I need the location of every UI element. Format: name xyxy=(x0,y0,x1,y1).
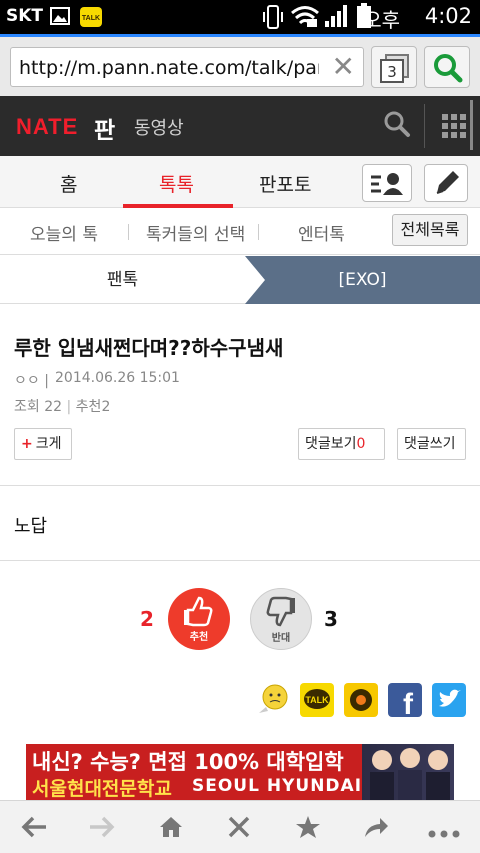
write-post-button[interactable] xyxy=(424,164,468,202)
tab-panphoto[interactable]: 판포토 xyxy=(259,170,311,197)
breadcrumb-fantalk[interactable]: 팬톡 xyxy=(0,256,245,304)
recommend-label: 추천 xyxy=(75,399,102,415)
post-body: 노답 xyxy=(14,516,48,537)
url-field[interactable]: http://m.pann.nate.com/talk/pan... ✕ xyxy=(10,47,364,87)
main-tabs: 홈 톡톡 판포토 xyxy=(0,156,480,208)
search-icon xyxy=(434,54,463,83)
wifi-icon xyxy=(290,4,320,32)
subtab-entertalk[interactable]: 엔터톡 xyxy=(298,220,345,245)
divider xyxy=(0,485,480,486)
view-comments-button[interactable]: 댓글보기0 xyxy=(298,428,385,460)
subtab-choice[interactable]: 톡커들의 선택 xyxy=(146,220,245,245)
signal-icon xyxy=(324,4,350,32)
oppose-vote-count: 3 xyxy=(324,607,338,631)
menu-grid-icon[interactable] xyxy=(442,114,466,142)
svg-text:TALK: TALK xyxy=(82,15,100,22)
thumbs-down-icon xyxy=(266,596,295,627)
site-header: NATE 판 동영상 xyxy=(0,96,480,156)
write-comment-button[interactable]: 댓글쓰기 xyxy=(397,428,466,460)
divider xyxy=(0,560,480,561)
comment-count: 0 xyxy=(356,436,366,452)
video-link[interactable]: 동영상 xyxy=(134,114,184,140)
ad-banner[interactable]: 내신? 수능? 면접 100% 대학입학 서울현대전문학교 SEOUL HYUN… xyxy=(26,744,454,800)
status-time: 4:02 xyxy=(424,4,472,28)
header-divider xyxy=(424,104,425,148)
pan-logo[interactable]: 판 xyxy=(94,111,115,145)
svg-text:3: 3 xyxy=(387,63,397,81)
clear-icon[interactable]: ✕ xyxy=(332,53,355,81)
kakaotalk-icon: TALK xyxy=(80,7,102,31)
subtab-today[interactable]: 오늘의 톡 xyxy=(30,220,98,245)
tab-home[interactable]: 홈 xyxy=(60,170,77,197)
gallery-icon xyxy=(50,7,70,29)
post-date: 2014.06.26 15:01 xyxy=(55,370,180,386)
tabs-button[interactable]: 3 xyxy=(371,46,417,88)
tab-toktok[interactable]: 톡톡 xyxy=(159,170,194,197)
recommend-vote-count: 2 xyxy=(140,607,154,631)
font-bigger-button[interactable]: + 크게 xyxy=(14,428,72,460)
kakaotalk-share-icon[interactable]: TALK xyxy=(300,683,334,717)
twitter-share-icon[interactable] xyxy=(432,683,466,717)
more-icon[interactable] xyxy=(428,823,460,842)
search-button[interactable] xyxy=(424,46,470,88)
breadcrumb: 팬톡 [EXO] xyxy=(0,256,480,304)
thumbs-up-icon xyxy=(184,596,213,627)
ad-school-name-en: SEOUL HYUNDAI xyxy=(192,776,363,796)
profile-list-icon xyxy=(371,173,403,195)
subtab-divider xyxy=(128,224,129,240)
url-text: http://m.pann.nate.com/talk/pan... xyxy=(19,57,319,79)
sub-tabs: 오늘의 톡 톡커들의 선택 엔터톡 전체목록 xyxy=(0,208,480,255)
views-label: 조회 xyxy=(14,399,40,415)
breadcrumb-category[interactable]: [EXO] xyxy=(245,256,480,304)
carrier-label: SKT xyxy=(6,6,44,26)
status-bar: SKT TALK 오후 4:02 xyxy=(0,0,480,34)
kakaostory-share-icon[interactable] xyxy=(344,683,378,717)
post-title: 루한 입냄새쩐다며??하수구냄새 xyxy=(14,336,284,360)
share-icon[interactable] xyxy=(362,815,390,843)
svg-text:TALK: TALK xyxy=(305,695,329,705)
plus-icon: + xyxy=(21,436,33,452)
pencil-icon xyxy=(436,171,459,194)
recommend-label: 추천 xyxy=(189,632,209,643)
close-icon[interactable] xyxy=(227,815,251,843)
ad-school-name: 서울현대전문학교 xyxy=(32,778,172,800)
svg-text:f: f xyxy=(403,688,414,717)
oppose-label: 반대 xyxy=(271,633,291,644)
my-profile-button[interactable] xyxy=(362,164,412,202)
address-bar: http://m.pann.nate.com/talk/pan... ✕ 3 xyxy=(0,34,480,96)
forward-icon[interactable] xyxy=(88,815,116,843)
home-icon[interactable] xyxy=(158,815,184,843)
all-list-button[interactable]: 전체목록 xyxy=(392,214,468,246)
oppose-button[interactable]: 반대 xyxy=(250,588,312,650)
vibrate-icon xyxy=(262,4,284,34)
nate-logo[interactable]: NATE xyxy=(16,114,78,140)
back-icon[interactable] xyxy=(20,815,48,843)
status-ampm: 오후 xyxy=(363,8,400,32)
emoticon-share-icon[interactable] xyxy=(256,683,290,717)
bookmark-star-icon[interactable] xyxy=(295,815,321,843)
recommend-count: 2 xyxy=(101,399,111,415)
scrollbar[interactable] xyxy=(470,100,473,150)
browser-bottom-bar xyxy=(0,800,480,853)
views-count: 22 xyxy=(44,399,63,415)
ad-headline: 내신? 수능? 면접 100% 대학입학 xyxy=(32,750,344,774)
post-author: ㅇㅇ | xyxy=(14,373,49,389)
ad-image xyxy=(362,744,454,800)
header-search-icon[interactable] xyxy=(383,110,411,142)
recommend-button[interactable]: 추천 xyxy=(168,588,230,650)
subtab-divider xyxy=(258,224,259,240)
facebook-share-icon[interactable]: f xyxy=(388,683,422,721)
tabs-icon: 3 xyxy=(380,54,409,83)
post-stats: 조회 22 | 추천2 xyxy=(14,399,111,415)
breadcrumb-category-label: [EXO] xyxy=(338,270,387,290)
